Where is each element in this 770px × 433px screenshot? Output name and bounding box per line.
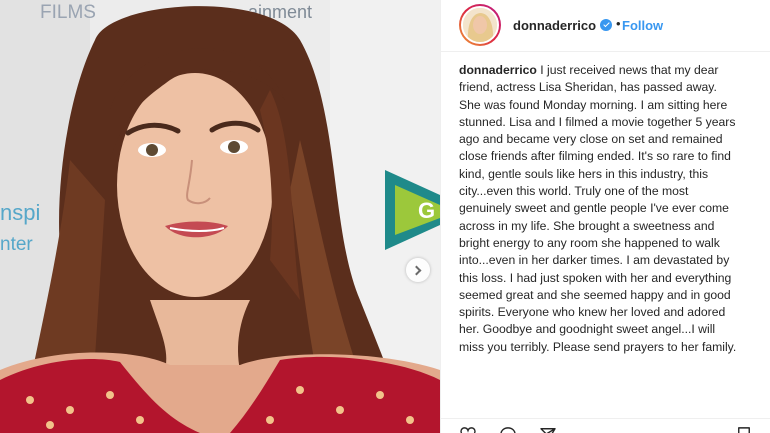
caption-scroll-area[interactable]: donnaderrico I just received news that m…	[459, 62, 759, 412]
follow-button[interactable]: Follow	[622, 18, 663, 33]
share-icon	[540, 428, 556, 433]
svg-text:G: G	[418, 198, 435, 223]
action-bar	[441, 418, 770, 433]
bookmark-icon	[738, 427, 750, 433]
avatar-image	[461, 6, 499, 44]
caption-text: I just received news that my dear friend…	[459, 63, 737, 354]
post-side-panel: donnaderrico • Follow donnaderrico I jus…	[440, 0, 770, 433]
backdrop-text-films: FILMS	[40, 2, 96, 23]
avatar[interactable]	[459, 4, 501, 46]
heart-icon	[460, 427, 476, 433]
separator-dot: •	[616, 16, 621, 31]
backdrop-text-nspi: nspi	[0, 200, 40, 225]
verified-badge-icon	[600, 19, 612, 31]
post-header: donnaderrico • Follow	[441, 0, 770, 52]
comment-button[interactable]	[499, 427, 517, 433]
username-link[interactable]: donnaderrico	[513, 18, 596, 33]
like-button[interactable]	[459, 427, 477, 433]
post-photo[interactable]: FILMS ainment nspi nter G	[0, 0, 440, 433]
next-photo-button[interactable]	[406, 258, 430, 282]
save-button[interactable]	[737, 427, 755, 433]
backdrop-text-nter: nter	[0, 234, 33, 255]
comment-icon	[500, 427, 516, 433]
share-button[interactable]	[539, 427, 557, 433]
chevron-right-icon	[411, 265, 422, 275]
photo-illustration: FILMS ainment nspi nter G	[0, 0, 440, 433]
post-caption: donnaderrico I just received news that m…	[459, 62, 739, 356]
caption-username-link[interactable]: donnaderrico	[459, 63, 537, 77]
